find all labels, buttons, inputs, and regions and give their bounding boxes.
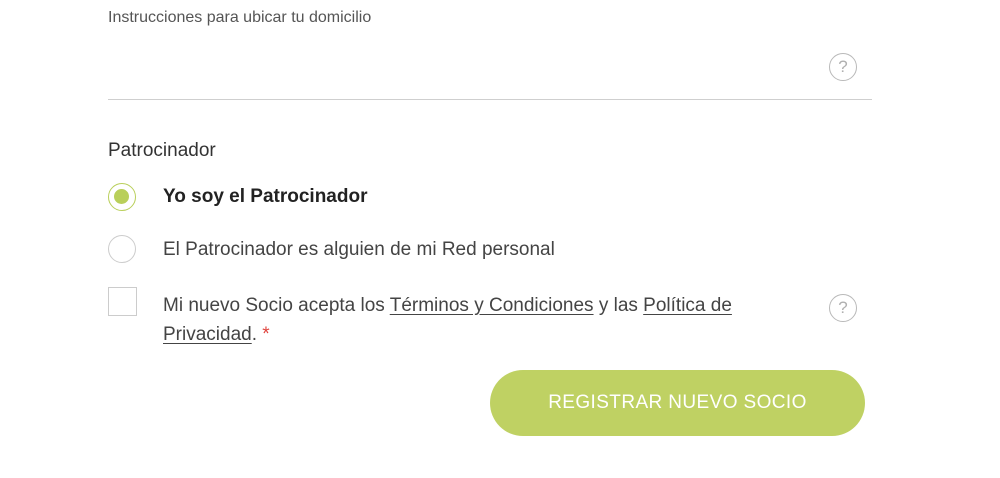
terms-text-after: . [251,324,257,345]
terms-text-before: Mi nuevo Socio acepta los [163,295,390,316]
terms-conditions-link[interactable]: Términos y Condiciones [390,295,594,316]
radio-label-sponsor-in-network[interactable]: El Patrocinador es alguien de mi Red per… [163,239,555,261]
address-instructions-label: Instrucciones para ubicar tu domicilio [108,9,372,26]
required-mark: * [262,324,270,345]
terms-checkbox[interactable] [108,287,137,316]
radio-label-i-am-sponsor[interactable]: Yo soy el Patrocinador [163,186,367,208]
register-new-partner-button[interactable]: REGISTRAR NUEVO SOCIO [490,370,865,436]
help-icon[interactable]: ? [829,294,857,322]
address-instructions-input[interactable] [108,99,872,100]
radio-i-am-sponsor[interactable] [108,183,136,211]
terms-text: Mi nuevo Socio acepta los Términos y Con… [163,291,803,349]
help-icon[interactable]: ? [829,53,857,81]
terms-text-middle: y las [593,295,644,316]
radio-sponsor-in-network[interactable] [108,235,136,263]
sponsor-section-title: Patrocinador [108,140,216,161]
